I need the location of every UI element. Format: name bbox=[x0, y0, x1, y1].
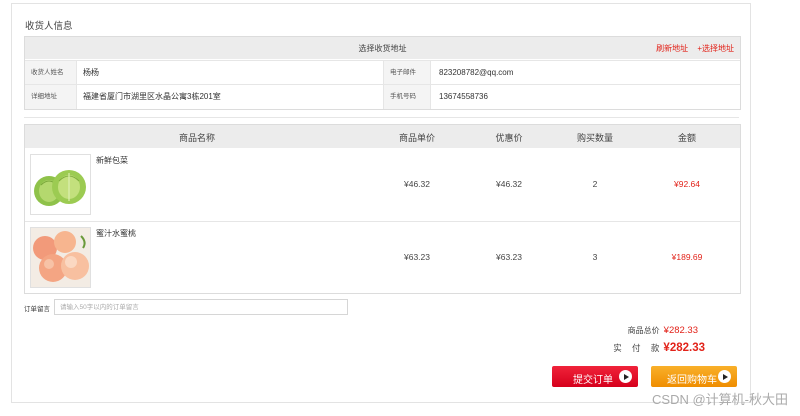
goods-name[interactable]: 新鲜包菜 bbox=[96, 155, 128, 166]
col-price-header: 商品单价 bbox=[398, 133, 436, 143]
goods-price: ¥46.32 bbox=[404, 179, 430, 189]
address-box: 选择收货地址 刷新地址 +选择地址 收货人姓名 杨杨 电子邮件 82320878… bbox=[24, 36, 741, 110]
col-discount-header: 优惠价 bbox=[495, 133, 523, 143]
goods-amount: ¥92.64 bbox=[674, 179, 700, 189]
order-message-input[interactable] bbox=[54, 299, 348, 315]
peach-image[interactable] bbox=[30, 227, 91, 288]
back-to-cart-label: 返回购物车 bbox=[667, 375, 717, 386]
checkout-panel: 收货人信息 选择收货地址 刷新地址 +选择地址 收货人姓名 杨杨 电子邮件 82… bbox=[11, 3, 751, 403]
goods-table: 商品名称 商品单价 优惠价 购买数量 金额 新鲜包菜 ¥46.32 ¥46.32… bbox=[24, 124, 741, 294]
address-row-detail: 详细地址 福建省厦门市湖里区水晶公寓3栋201室 手机号码 1367455873… bbox=[25, 84, 740, 109]
receiver-name-value: 杨杨 bbox=[83, 68, 99, 77]
goods-price: ¥63.23 bbox=[404, 252, 430, 262]
goods-table-header: 商品名称 商品单价 优惠价 购买数量 金额 bbox=[25, 125, 740, 148]
goods-qty: 2 bbox=[592, 179, 598, 189]
order-message-label: 订单留言 bbox=[24, 306, 50, 313]
actual-payment: 实 付 款¥282.33 bbox=[613, 342, 705, 354]
goods-discount: ¥46.32 bbox=[496, 179, 522, 189]
goods-row: 新鲜包菜 ¥46.32 ¥46.32 2 ¥92.64 bbox=[25, 149, 740, 220]
watermark: CSDN @计算机-秋大田 bbox=[652, 392, 788, 407]
cabbage-image[interactable] bbox=[30, 154, 91, 215]
col-amount-header: 金额 bbox=[677, 133, 697, 143]
address-header: 选择收货地址 刷新地址 +选择地址 bbox=[25, 37, 740, 59]
goods-row: 蜜汁水蜜桃 ¥63.23 ¥63.23 3 ¥189.69 bbox=[25, 221, 740, 293]
arrow-right-icon bbox=[718, 370, 731, 383]
address-row-name: 收货人姓名 杨杨 电子邮件 823208782@qq.com bbox=[25, 60, 740, 84]
arrow-right-icon bbox=[619, 370, 632, 383]
goods-amount: ¥189.69 bbox=[671, 252, 703, 262]
submit-order-label: 提交订单 bbox=[573, 375, 613, 386]
detail-address-label: 详细地址 bbox=[25, 85, 76, 109]
choose-address-label: 选择收货地址 bbox=[358, 44, 407, 53]
goods-discount: ¥63.23 bbox=[496, 252, 522, 262]
goods-name[interactable]: 蜜汁水蜜桃 bbox=[96, 228, 136, 239]
email-label: 电子邮件 bbox=[384, 61, 430, 84]
actual-payment-value: ¥282.33 bbox=[663, 342, 705, 354]
address-links: 刷新地址 +选择地址 bbox=[649, 43, 734, 54]
divider bbox=[24, 117, 739, 118]
phone-label: 手机号码 bbox=[384, 85, 430, 109]
back-to-cart-button[interactable]: 返回购物车 bbox=[651, 366, 737, 387]
col-name-header: 商品名称 bbox=[178, 133, 216, 143]
select-address-link[interactable]: +选择地址 bbox=[697, 44, 734, 53]
actual-payment-label: 实 付 款 bbox=[613, 343, 664, 353]
refresh-address-link[interactable]: 刷新地址 bbox=[656, 44, 688, 53]
email-value: 823208782@qq.com bbox=[439, 68, 514, 77]
detail-address-value: 福建省厦门市湖里区水晶公寓3栋201室 bbox=[83, 92, 221, 101]
col-qty-header: 购买数量 bbox=[576, 133, 614, 143]
submit-order-button[interactable]: 提交订单 bbox=[552, 366, 638, 387]
goods-total-value: ¥282.33 bbox=[663, 325, 698, 336]
goods-total-label: 商品总价 bbox=[627, 326, 660, 335]
receiver-name-label: 收货人姓名 bbox=[25, 61, 76, 84]
section-title: 收货人信息 bbox=[25, 21, 73, 32]
phone-value: 13674558736 bbox=[439, 92, 488, 101]
goods-total: 商品总价 ¥282.33 bbox=[628, 325, 698, 336]
goods-qty: 3 bbox=[592, 252, 598, 262]
